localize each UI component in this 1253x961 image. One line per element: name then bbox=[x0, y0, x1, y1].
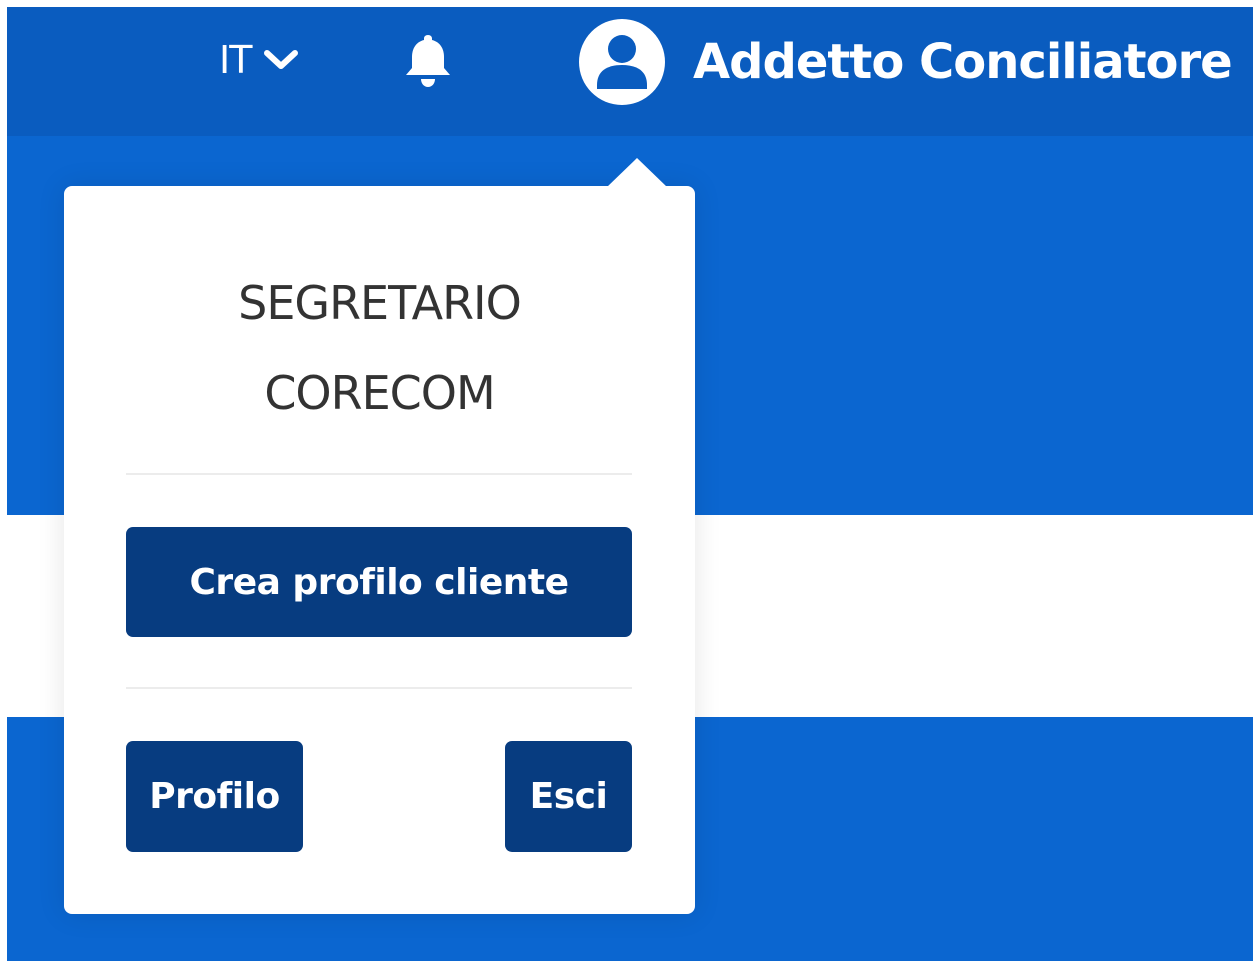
divider bbox=[126, 473, 632, 475]
user-avatar-icon bbox=[579, 19, 665, 105]
user-role-line2: CORECOM bbox=[264, 366, 495, 420]
user-dropdown-menu: SEGRETARIO CORECOM Crea profilo cliente … bbox=[64, 158, 695, 914]
bell-icon[interactable] bbox=[397, 29, 459, 91]
user-role-line1: SEGRETARIO bbox=[238, 276, 522, 330]
chevron-down-icon bbox=[264, 50, 299, 69]
language-label: IT bbox=[219, 38, 252, 82]
top-header: IT Addetto Conciliatore bbox=[7, 7, 1253, 136]
divider bbox=[126, 687, 632, 689]
user-name: Addetto Conciliatore bbox=[693, 34, 1233, 90]
app-frame: IT Addetto Conciliatore SEGRETARIO COREC… bbox=[7, 7, 1253, 961]
logout-button[interactable]: Esci bbox=[505, 741, 632, 852]
language-selector[interactable]: IT bbox=[219, 37, 299, 83]
user-menu-toggle[interactable]: Addetto Conciliatore bbox=[579, 19, 1233, 105]
create-client-profile-button[interactable]: Crea profilo cliente bbox=[126, 527, 632, 637]
user-role: SEGRETARIO CORECOM bbox=[64, 258, 695, 438]
profile-button[interactable]: Profilo bbox=[126, 741, 303, 852]
dropdown-caret bbox=[607, 158, 667, 187]
